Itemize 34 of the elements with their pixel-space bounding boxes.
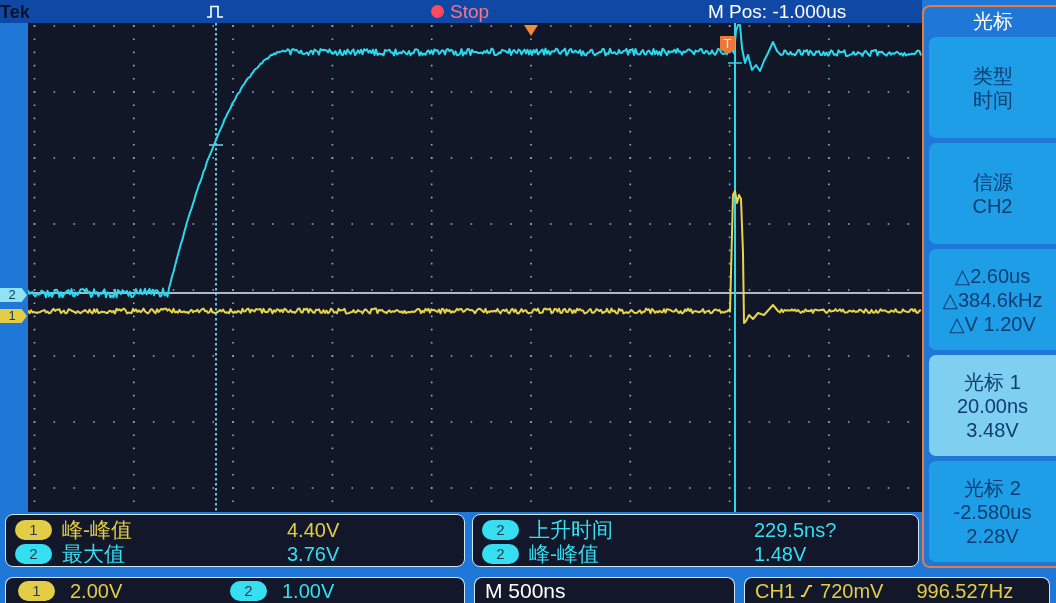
measurement-label: 峰-峰值 <box>62 518 132 542</box>
trigger-marker: T <box>720 36 735 54</box>
horizontal-position: M Pos: -1.000us <box>708 0 847 23</box>
channel-badge: 2 <box>15 544 52 564</box>
menu-title: 光标 <box>972 11 1013 32</box>
channel-badge: 2 <box>482 544 519 564</box>
measurement-label: 最大值 <box>62 542 125 566</box>
channel-badge: 2 <box>482 520 519 540</box>
measurement-value: 1.48V <box>754 542 807 566</box>
channel-badge: 1 <box>18 580 55 601</box>
measurement-value: 4.40V <box>287 518 340 542</box>
pulse-icon <box>207 5 223 18</box>
menu-button[interactable]: △2.60us △384.6kHz △V 1.20V <box>929 249 1056 350</box>
volts-per-division: 1.00V <box>282 578 335 603</box>
volts-per-division: 2.00V <box>70 578 123 603</box>
acquisition-status: Stop <box>450 0 490 23</box>
menu-button[interactable]: 信源 CH2 <box>929 143 1056 244</box>
trigger-frequency: 996.527Hz <box>916 578 1014 603</box>
channel-marker: 1 <box>0 309 27 323</box>
menu-button[interactable]: 光标 2 -2.580us 2.28V <box>929 461 1056 562</box>
measurement-value: 229.5ns? <box>754 518 837 542</box>
measurement-label: 上升时间 <box>529 518 613 542</box>
triangle-marker-icon <box>524 25 538 36</box>
measurement-value: 3.76V <box>287 542 340 566</box>
trigger-level: 720mV <box>820 578 884 603</box>
channel-badge: 1 <box>15 520 52 540</box>
channel-badge: 2 <box>230 580 267 601</box>
channel-marker: 2 <box>0 288 27 302</box>
timebase-readout: M 500ns <box>474 577 735 603</box>
measurement-label: 峰-峰值 <box>529 542 599 566</box>
brand-label: Tek <box>0 1 30 22</box>
menu-button[interactable]: 类型 时间 <box>929 37 1056 138</box>
menu-button[interactable]: 光标 1 20.00ns 3.48V <box>929 355 1056 456</box>
trigger-source: CH1 <box>755 578 795 603</box>
